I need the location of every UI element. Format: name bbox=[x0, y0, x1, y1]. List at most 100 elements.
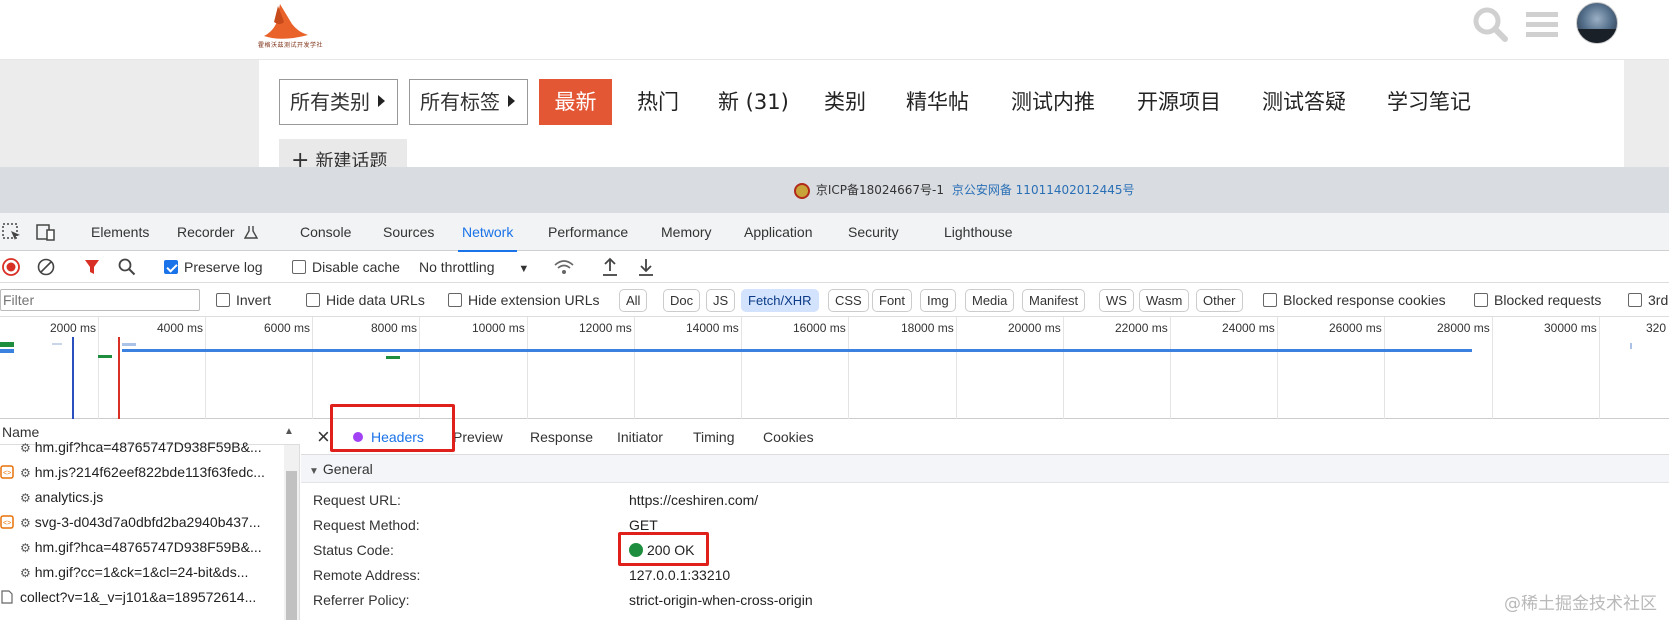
preserve-log-checkbox[interactable]: Preserve log bbox=[164, 251, 263, 283]
checkbox-unchecked-icon[interactable] bbox=[1628, 293, 1642, 307]
hide-data-urls-checkbox[interactable]: Hide data URLs bbox=[306, 283, 425, 317]
filter-type-doc[interactable]: Doc bbox=[663, 289, 701, 312]
import-har-icon[interactable] bbox=[601, 257, 619, 277]
filter-type-other[interactable]: Other bbox=[1196, 289, 1243, 312]
tab-headers[interactable]: Headers bbox=[353, 419, 424, 455]
timeline-bar bbox=[386, 356, 400, 359]
throttling-select[interactable]: No throttling ▼ bbox=[419, 251, 529, 283]
filter-type-img[interactable]: Img bbox=[920, 289, 956, 312]
checkbox-unchecked-icon[interactable] bbox=[306, 293, 320, 307]
nav-qa[interactable]: 测试答疑 bbox=[1262, 79, 1346, 125]
service-worker-gear-icon: ⚙ bbox=[20, 541, 31, 555]
nav-hot[interactable]: 热门 bbox=[637, 79, 679, 125]
checkbox-checked-icon[interactable] bbox=[164, 260, 178, 274]
search-icon[interactable] bbox=[118, 258, 136, 276]
filter-type-js[interactable]: JS bbox=[706, 289, 736, 312]
timeline-grid-line bbox=[1599, 317, 1600, 419]
tab-sources[interactable]: Sources bbox=[383, 213, 434, 251]
hide-extension-urls-label: Hide extension URLs bbox=[468, 292, 600, 308]
search-icon[interactable] bbox=[1470, 4, 1510, 44]
close-details-icon[interactable]: × bbox=[317, 419, 330, 455]
request-row[interactable]: collect?v=1&_v=j101&a=189572614... bbox=[0, 585, 283, 610]
filter-input[interactable] bbox=[0, 289, 200, 311]
tab-recorder[interactable]: Recorder bbox=[177, 213, 235, 251]
filter-type-css[interactable]: CSS bbox=[828, 289, 869, 312]
caret-down-icon: ▼ bbox=[309, 466, 319, 477]
filter-type-media[interactable]: Media bbox=[965, 289, 1015, 312]
checkbox-unchecked-icon[interactable] bbox=[1474, 293, 1488, 307]
request-row[interactable]: ⚙ hm.gif?hca=48765747D938F59B&... bbox=[0, 435, 283, 460]
checkbox-unchecked-icon[interactable] bbox=[448, 293, 462, 307]
nav-featured[interactable]: 精华帖 bbox=[906, 79, 969, 125]
network-conditions-wifi-icon[interactable] bbox=[553, 258, 575, 276]
nav-latest[interactable]: 最新 bbox=[539, 79, 612, 125]
request-row[interactable]: ⚙ analytics.js bbox=[0, 485, 283, 510]
filter-type-all[interactable]: All bbox=[619, 289, 648, 312]
user-avatar[interactable] bbox=[1576, 2, 1618, 44]
tab-application[interactable]: Application bbox=[744, 213, 813, 251]
checkbox-unchecked-icon[interactable] bbox=[292, 260, 306, 274]
filter-funnel-icon[interactable] bbox=[84, 259, 100, 275]
blocked-requests-checkbox[interactable]: Blocked requests bbox=[1474, 283, 1601, 317]
request-list-scrollbar[interactable] bbox=[284, 445, 299, 620]
timeline-bar-long-request bbox=[122, 349, 1472, 352]
nav-referral[interactable]: 测试内推 bbox=[1011, 79, 1095, 125]
request-method-value: GET bbox=[629, 517, 658, 533]
request-row[interactable]: ⚙ hm.gif?hca=48765747D938F59B&... bbox=[0, 535, 283, 560]
record-stop-icon[interactable] bbox=[2, 258, 20, 276]
third-party-checkbox[interactable]: 3rd bbox=[1628, 283, 1668, 317]
export-har-icon[interactable] bbox=[637, 257, 655, 277]
nav-notes[interactable]: 学习笔记 bbox=[1387, 79, 1471, 125]
filter-type-fetch-xhr[interactable]: Fetch/XHR bbox=[741, 289, 819, 312]
request-row[interactable]: <> ⚙ hm.js?214f62eef822bde113f63fedc... bbox=[0, 460, 283, 485]
request-row[interactable]: <> ⚙ svg-3-d043d7a0dbfd2ba2940b437... bbox=[0, 510, 283, 535]
disable-cache-checkbox[interactable]: Disable cache bbox=[292, 251, 400, 283]
clear-icon[interactable] bbox=[37, 258, 55, 276]
devtools-tab-bar: Elements Recorder Console Sources Networ… bbox=[0, 213, 1669, 252]
nav-opensource[interactable]: 开源项目 bbox=[1137, 79, 1221, 125]
device-toolbar-icon[interactable] bbox=[36, 223, 56, 241]
inspect-element-icon[interactable] bbox=[2, 223, 22, 241]
tab-cookies[interactable]: Cookies bbox=[763, 419, 814, 455]
tab-timing[interactable]: Timing bbox=[693, 419, 735, 455]
checkbox-unchecked-icon[interactable] bbox=[216, 293, 230, 307]
timeline-bar bbox=[98, 355, 112, 358]
invert-checkbox[interactable]: Invert bbox=[216, 283, 271, 317]
tab-headers-label: Headers bbox=[371, 429, 424, 445]
hamburger-menu-icon[interactable] bbox=[1522, 4, 1562, 44]
hide-extension-urls-checkbox[interactable]: Hide extension URLs bbox=[448, 283, 600, 317]
tab-response[interactable]: Response bbox=[530, 419, 593, 455]
service-worker-gear-icon: ⚙ bbox=[20, 491, 31, 505]
icp-record-text[interactable]: 京ICP备18024667号-1 bbox=[816, 183, 944, 197]
tab-elements[interactable]: Elements bbox=[91, 213, 149, 251]
nav-new[interactable]: 新 (31) bbox=[718, 79, 789, 125]
tab-performance[interactable]: Performance bbox=[548, 213, 628, 251]
tab-lighthouse[interactable]: Lighthouse bbox=[944, 213, 1013, 251]
tag-filter-dropdown[interactable]: 所有标签 bbox=[409, 79, 528, 125]
network-timeline-overview[interactable]: 2000 ms 4000 ms 6000 ms 8000 ms 10000 ms… bbox=[0, 317, 1669, 419]
throttling-value: No throttling bbox=[419, 259, 495, 275]
filter-type-ws[interactable]: WS bbox=[1099, 289, 1134, 312]
filter-type-wasm[interactable]: Wasm bbox=[1139, 289, 1190, 312]
timeline-tick: 26000 ms bbox=[1329, 321, 1382, 335]
experiment-flask-icon bbox=[244, 226, 258, 239]
police-record-link[interactable]: 京公安网备 11011402012445号 bbox=[952, 183, 1135, 197]
site-content-area: 所有类别 所有标签 最新 热门 新 (31) 类别 精华帖 测试内推 开源项目 … bbox=[0, 60, 1669, 179]
filter-type-font[interactable]: Font bbox=[872, 289, 913, 312]
scrollbar-thumb[interactable] bbox=[286, 471, 297, 620]
tab-memory[interactable]: Memory bbox=[661, 213, 712, 251]
timeline-grid-line bbox=[205, 317, 206, 419]
blocked-cookies-checkbox[interactable]: Blocked response cookies bbox=[1263, 283, 1446, 317]
checkbox-unchecked-icon[interactable] bbox=[1263, 293, 1277, 307]
general-section-header[interactable]: ▼ General bbox=[301, 455, 1669, 483]
nav-categories[interactable]: 类别 bbox=[824, 79, 866, 125]
category-filter-dropdown[interactable]: 所有类别 bbox=[279, 79, 398, 125]
tab-network[interactable]: Network bbox=[457, 213, 518, 252]
tab-security[interactable]: Security bbox=[848, 213, 899, 251]
tab-initiator[interactable]: Initiator bbox=[617, 419, 663, 455]
tab-preview[interactable]: Preview bbox=[453, 419, 503, 455]
request-row[interactable]: ⚙ hm.gif?cc=1&ck=1&cl=24-bit&ds... bbox=[0, 560, 283, 585]
tab-console[interactable]: Console bbox=[300, 213, 351, 251]
filter-type-manifest[interactable]: Manifest bbox=[1022, 289, 1086, 312]
blocked-requests-label: Blocked requests bbox=[1494, 292, 1602, 308]
